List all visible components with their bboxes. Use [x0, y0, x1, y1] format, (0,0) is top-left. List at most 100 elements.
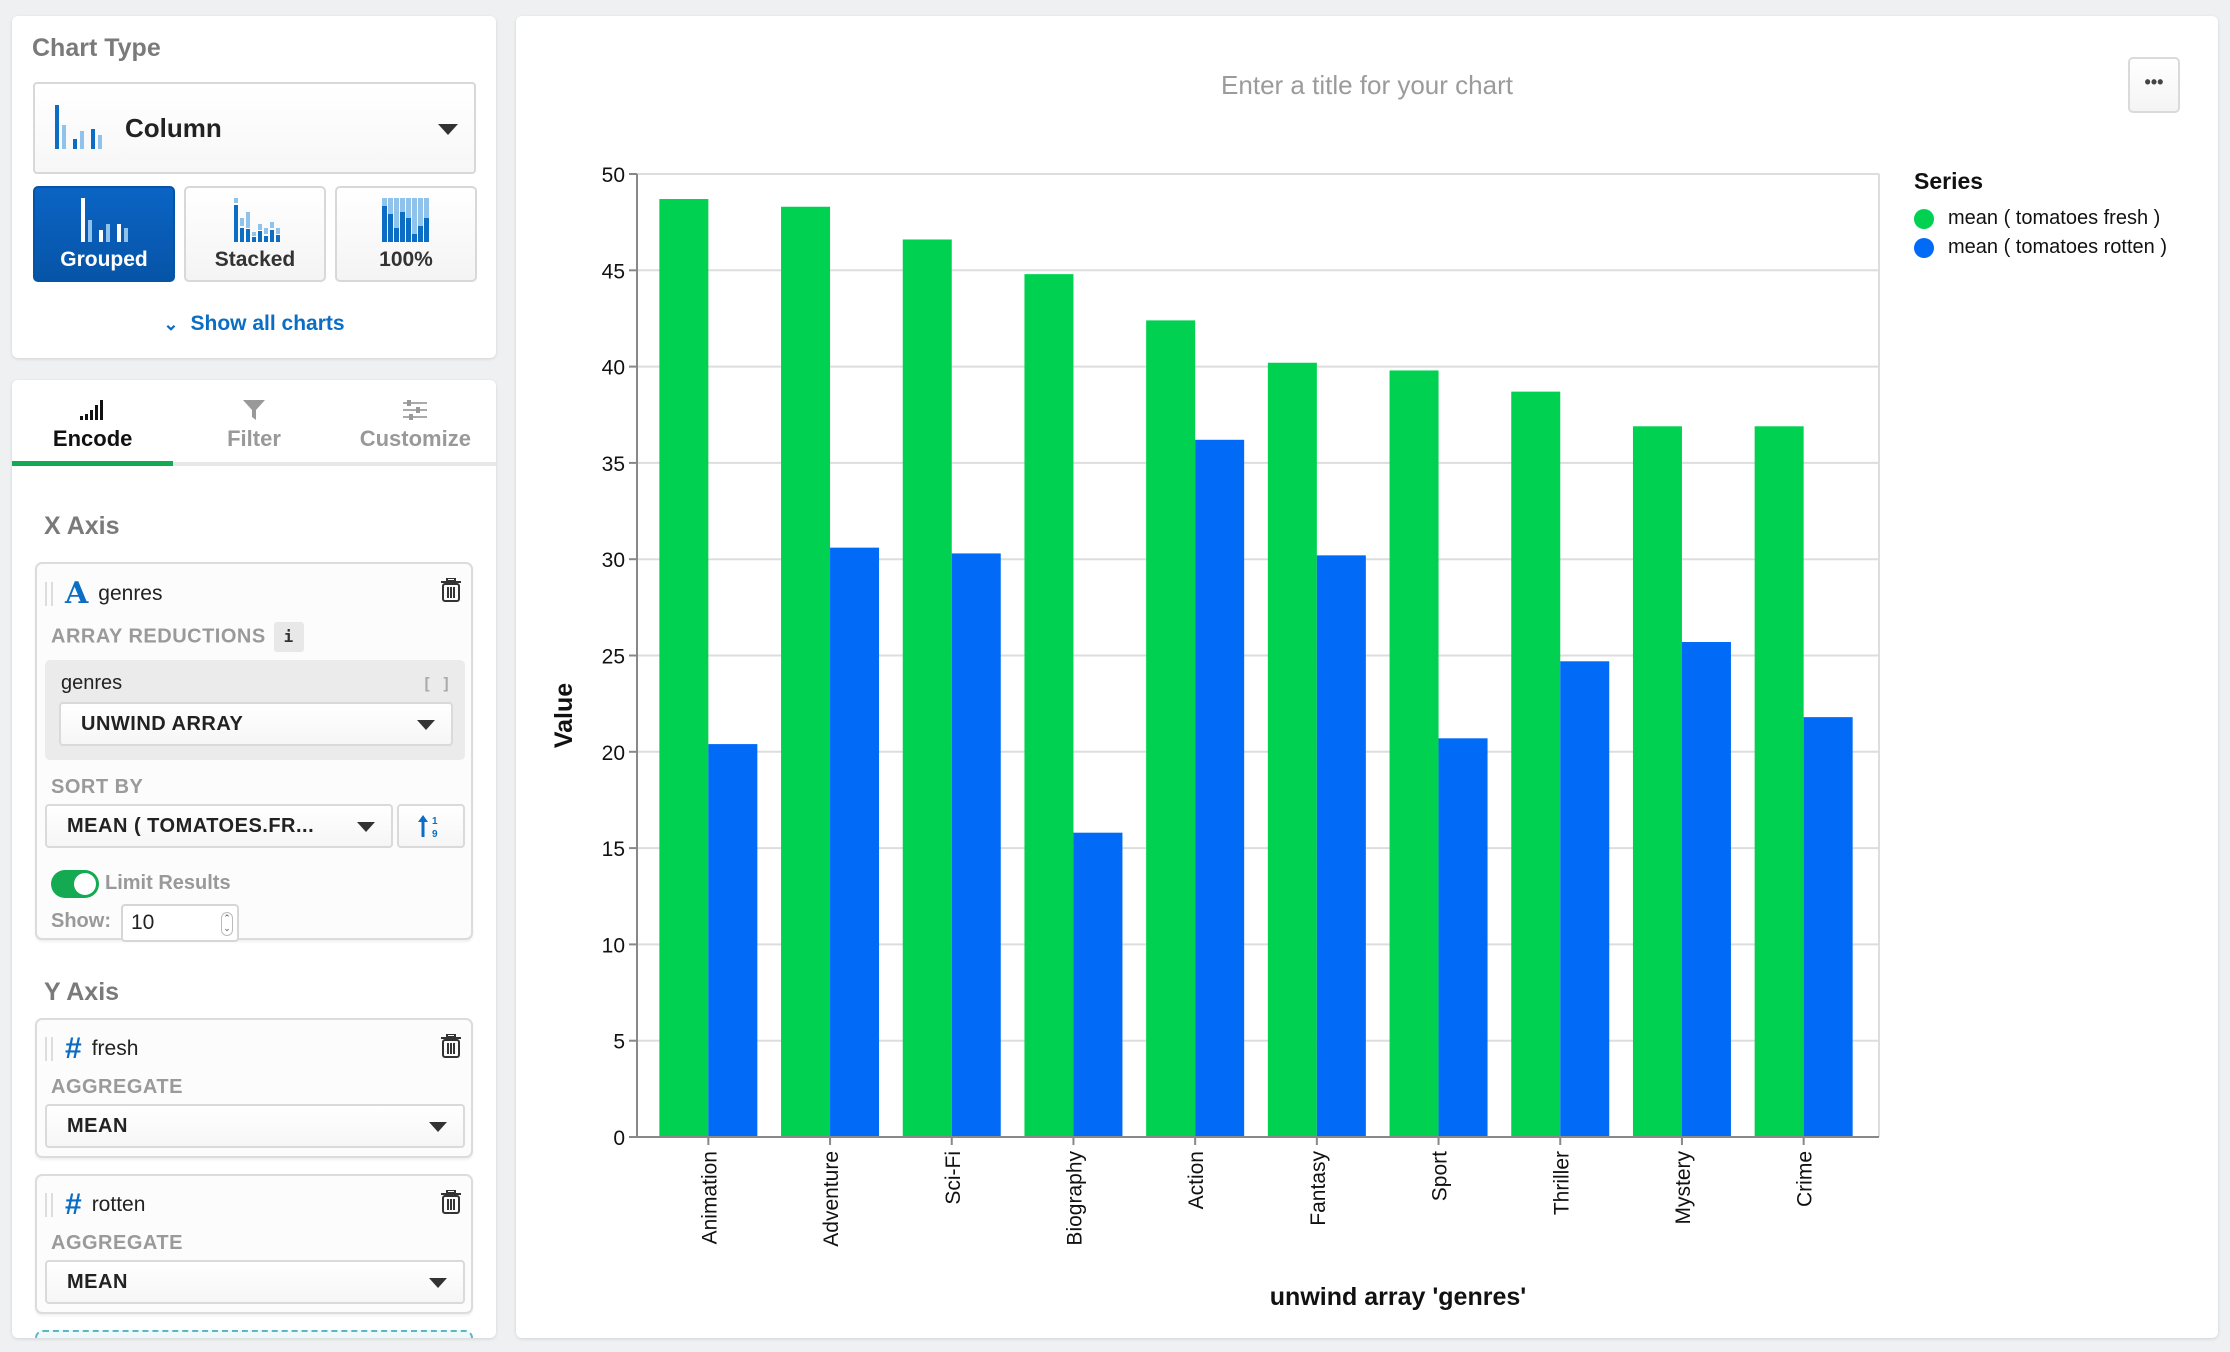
aggregate-dropdown[interactable]: MEAN [45, 1104, 465, 1148]
field-drop-zone[interactable] [35, 1330, 473, 1338]
bar-fresh[interactable] [902, 239, 952, 1137]
bar-rotten[interactable] [1803, 717, 1853, 1137]
reduction-field-name: genres [61, 672, 123, 694]
legend-label-rotten: mean ( tomatoes rotten ) [1948, 236, 2167, 258]
trash-icon[interactable] [441, 578, 461, 602]
variant-stacked-button[interactable]: Stacked [184, 186, 326, 282]
bars [659, 199, 1853, 1138]
chart-panel: Enter a title for your chart ••• 0 5 10 15 2… [516, 16, 2218, 1338]
tab-encode[interactable]: Encode [12, 380, 174, 466]
show-all-charts-label: Show all charts [190, 312, 345, 335]
tab-customize[interactable]: Customize [335, 380, 496, 462]
legend-marker-rotten [1914, 237, 1934, 258]
y-axis-label: Value [550, 683, 578, 748]
y-axis-field-name: fresh [91, 1037, 139, 1060]
tab-filter[interactable]: Filter [173, 380, 334, 462]
bar-fresh[interactable] [1024, 274, 1074, 1138]
show-all-charts-link[interactable]: ⌄ Show all charts [12, 312, 496, 336]
drag-handle-icon[interactable] [45, 1037, 53, 1061]
bar-rotten[interactable] [1073, 832, 1123, 1137]
legend-marker-fresh [1914, 208, 1934, 229]
y-tick-label: 5 [613, 1031, 625, 1054]
bar-rotten[interactable] [708, 744, 758, 1137]
x-axis-field-header: A genres [45, 576, 163, 611]
y-axis-title: Y Axis [44, 978, 120, 1006]
y-axis-field-header: # rotten [45, 1188, 145, 1222]
variant-100-percent-button[interactable]: 100% [335, 186, 477, 282]
chevron-down-icon [417, 720, 435, 730]
percent-column-icon [382, 198, 429, 242]
chart-type-panel: Chart Type Column Grouped Stacked 100% ⌄… [12, 16, 496, 358]
bar-fresh[interactable] [1389, 370, 1439, 1137]
encode-tabs: Encode Filter Customize [12, 380, 496, 466]
bar-fresh[interactable] [1754, 426, 1804, 1137]
bar-rotten[interactable] [1681, 642, 1731, 1137]
legend-item-rotten[interactable]: mean ( tomatoes rotten ) [1914, 236, 2167, 259]
trash-icon[interactable] [441, 1190, 461, 1214]
bar-fresh[interactable] [1511, 391, 1561, 1137]
svg-text:1: 1 [432, 816, 438, 827]
aggregate-dropdown[interactable]: MEAN [45, 1260, 465, 1304]
y-tick-label: 20 [602, 742, 625, 765]
filter-icon [242, 400, 265, 420]
variant-100-percent-label: 100% [379, 248, 433, 271]
show-count-input[interactable]: 10 ⌃ ⌄ [121, 904, 239, 942]
x-tick-label: Biography [1063, 1151, 1086, 1246]
bar-fresh[interactable] [781, 206, 831, 1137]
x-axis-title: X Axis [44, 512, 120, 540]
limit-results-toggle[interactable] [51, 870, 99, 898]
bar-fresh[interactable] [1632, 426, 1682, 1137]
svg-text:9: 9 [432, 829, 438, 839]
aggregate-label: AGGREGATE [51, 1232, 183, 1254]
y-axis-field-card: # rotten AGGREGATE MEAN [35, 1174, 473, 1314]
variant-stacked-label: Stacked [214, 248, 296, 271]
legend-item-fresh[interactable]: mean ( tomatoes fresh ) [1914, 207, 2167, 230]
legend-label-fresh: mean ( tomatoes fresh ) [1948, 207, 2161, 229]
y-tick-label: 0 [613, 1127, 625, 1150]
array-reductions-label: ARRAY REDUCTIONS i [51, 622, 304, 652]
y-tick-label: 35 [602, 453, 625, 476]
y-tick-label: 50 [602, 164, 625, 187]
show-count-value: 10 [131, 911, 155, 934]
trash-icon[interactable] [441, 1034, 461, 1058]
bar-fresh[interactable] [659, 199, 709, 1138]
aggregate-label: AGGREGATE [51, 1076, 183, 1098]
limit-results-label: Limit Results [105, 872, 231, 894]
array-bracket-icon: [ ] [422, 674, 451, 693]
sort-by-dropdown[interactable]: MEAN ( TOMATOES.FR... [45, 804, 393, 848]
bar-rotten[interactable] [1195, 439, 1245, 1138]
tab-encode-label: Encode [52, 426, 133, 451]
chevron-down-icon [357, 822, 375, 832]
bar-rotten[interactable] [1438, 738, 1488, 1137]
sort-direction-button[interactable]: 1 9 [397, 804, 465, 848]
reduction-dropdown[interactable]: UNWIND ARRAY [59, 702, 453, 746]
chart-type-dropdown[interactable]: Column [33, 82, 476, 174]
chart-type-title: Chart Type [32, 34, 161, 62]
x-axis-field-card: A genres ARRAY REDUCTIONS i genres [ ] UN… [35, 562, 473, 942]
chart-type-value: Column [125, 112, 222, 143]
x-tick-label: Fantasy [1307, 1151, 1330, 1226]
y-tick-label: 15 [602, 838, 625, 861]
info-icon[interactable]: i [273, 622, 304, 652]
sort-by-label: SORT BY [51, 776, 144, 798]
number-type-icon: # [65, 1188, 82, 1221]
bar-rotten[interactable] [951, 553, 1001, 1137]
x-axis-label: unwind array 'genres' [1270, 1283, 1526, 1311]
variant-grouped-button[interactable]: Grouped [33, 186, 175, 282]
drag-handle-icon[interactable] [45, 1193, 53, 1217]
bar-rotten[interactable] [1316, 555, 1366, 1137]
stepper-icon[interactable]: ⌃ ⌄ [221, 912, 233, 936]
bar-rotten[interactable] [1560, 661, 1610, 1137]
bar-rotten[interactable] [830, 547, 880, 1137]
bar-fresh[interactable] [1146, 320, 1196, 1138]
chevron-down-icon [429, 1122, 447, 1132]
string-type-icon: A [65, 576, 89, 611]
drag-handle-icon[interactable] [45, 581, 53, 606]
array-reductions-text: ARRAY REDUCTIONS [51, 625, 266, 648]
x-tick-label: Action [1185, 1151, 1208, 1209]
y-axis-field-header: # fresh [45, 1032, 138, 1066]
y-tick-label: 45 [602, 260, 625, 283]
aggregate-value: MEAN [67, 1114, 128, 1137]
bar-fresh[interactable] [1267, 362, 1317, 1137]
x-tick-label: Crime [1794, 1151, 1817, 1207]
